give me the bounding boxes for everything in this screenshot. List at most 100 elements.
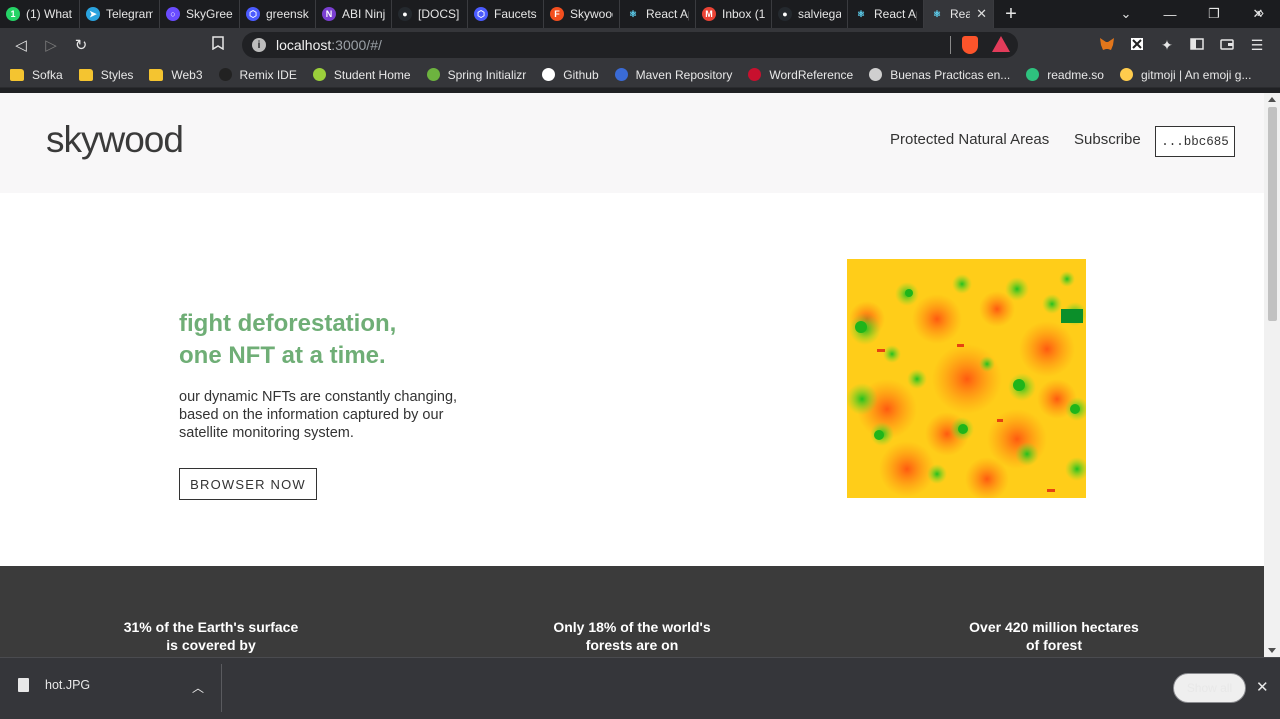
tab-label: salviega/ [798,7,841,21]
file-icon [18,678,29,692]
tab-4[interactable]: N ABI Ninja [316,0,392,28]
tab-1[interactable]: ➤ Telegram [80,0,160,28]
bookmark-item[interactable]: Web3 [149,68,203,82]
scrollbar-thumb[interactable] [1268,107,1277,321]
hero-title-line1: fight deforestation, [179,310,397,337]
nav-protected-areas[interactable]: Protected Natural Areas [890,131,1049,148]
react-icon: ⚛ [932,8,942,19]
back-icon[interactable]: ◁ [6,36,36,54]
scroll-up-arrow[interactable] [1268,97,1276,102]
tab-label: greenski [266,7,309,21]
react-icon: ⚛ [628,8,638,19]
bookmark-item[interactable]: Remix IDE [218,67,297,82]
tab-label: ABI Ninja [342,7,385,21]
tab-6[interactable]: ⬡ Faucets | [468,0,544,28]
maven-icon [614,68,628,81]
download-filename: hot.JPG [45,678,91,692]
shelf-divider [221,664,222,712]
gmail-icon: M [702,7,716,21]
tab-label: SkyGree [186,7,233,21]
diamond-icon [312,68,326,81]
window-controls: ⌄ — ❐ ✕ [1104,0,1280,28]
bookmark-page-icon[interactable] [212,36,224,53]
browser-now-button[interactable]: BROWSER NOW [179,468,317,500]
readme-icon [1026,68,1040,81]
show-all-button[interactable]: Show all [1173,673,1246,703]
address-divider [950,36,951,54]
bookmark-label: Remix IDE [239,67,297,82]
wallet-icon[interactable] [1212,37,1242,53]
tab-9[interactable]: M Inbox (1) [696,0,772,28]
tab-10[interactable]: ● salviega/ [772,0,848,28]
bookmark-item[interactable]: gitmoji | An emoji g... [1119,68,1251,82]
metamask-icon[interactable] [1092,37,1122,54]
tab-search-icon[interactable]: ⌄ [1104,6,1148,22]
site-header: skywood Protected Natural Areas Subscrib… [0,93,1264,193]
stats-section: 31% of the Earth's surface is covered by… [0,566,1264,657]
tab-3[interactable]: ⬡ greenski [240,0,316,28]
folder-icon [149,68,164,81]
close-shelf-icon[interactable]: ✕ [1256,678,1269,696]
bookmark-label: Maven Repository [635,67,733,82]
hero-description: our dynamic NFTs are constantly changing… [179,389,458,441]
reload-icon[interactable]: ↻ [66,36,96,54]
hero-title-line2: one NFT at a time. [179,342,386,369]
restore-icon[interactable]: ❐ [1192,6,1236,22]
bookmark-item[interactable]: Student Home [312,68,411,82]
bookmark-item[interactable]: Sofka [10,68,63,82]
page-scrollbar[interactable] [1264,93,1280,657]
brave-rewards-icon[interactable] [992,36,1010,52]
menu-icon[interactable]: ☰ [1242,37,1272,54]
minimize-icon[interactable]: — [1148,7,1192,22]
forward-icon[interactable]: ▷ [36,36,66,54]
bookmark-item[interactable]: Maven Repository [614,67,733,82]
figma-icon: F [550,7,564,21]
tab-5[interactable]: ● [DOCS] V [392,0,468,28]
close-tab-icon[interactable]: ✕ [976,6,987,22]
extensions-area: ✦ ☰ [1092,28,1272,62]
tab-8[interactable]: ⚛ React Ap [620,0,696,28]
site-info-icon[interactable]: i [252,38,266,52]
bookmark-item[interactable]: Spring Initializr [426,68,526,82]
tab-7[interactable]: F Skywood [544,0,620,28]
tab-2[interactable]: ○ SkyGree [160,0,240,28]
extension-icon[interactable] [1122,37,1152,54]
wallet-address-button[interactable]: ...bbc685 [1155,126,1235,157]
bookmarks-overflow-icon[interactable]: » [1257,5,1264,20]
new-tab-button[interactable]: + [994,3,1028,26]
nav-subscribe[interactable]: Subscribe [1074,131,1141,148]
whatsapp-icon: 1 [6,7,20,21]
bookmark-label: readme.so [1047,67,1104,82]
tab-label: Skywood [570,7,613,21]
url-host: localhost [276,37,332,53]
browser-toolbar: ◁ ▷ ↻ i localhost:3000/#/ ✦ ☰ [0,28,1280,62]
bookmark-item[interactable]: Buenas Practicas en... [869,68,1010,82]
bookmark-item[interactable]: Github [542,68,599,82]
tab-12[interactable]: ⚛ React ✕ [924,0,994,28]
address-bar[interactable]: i localhost:3000/#/ [242,32,1018,58]
github-icon [542,68,556,81]
tab-0[interactable]: 1 (1) What: [0,0,80,28]
download-item[interactable]: hot.JPG [18,678,90,692]
download-options-chevron-icon[interactable]: ︿ [192,679,204,696]
emoji-icon [1119,68,1133,81]
bookmark-item[interactable]: Styles [78,68,133,82]
tab-label: Faucets | [494,7,537,21]
url-path: :3000/#/ [331,37,382,53]
bookmark-item[interactable]: WordReference [748,68,853,82]
puzzle-icon[interactable]: ✦ [1152,37,1182,54]
spring-icon [426,68,440,81]
page-viewport: skywood Protected Natural Areas Subscrib… [0,93,1280,657]
scroll-down-arrow[interactable] [1268,648,1276,653]
bookmark-item[interactable]: readme.so [1026,68,1104,82]
wordreference-icon [748,68,762,81]
brave-shields-icon[interactable] [962,36,978,54]
sidebar-icon[interactable] [1182,37,1212,53]
bookmarks-bar: Sofka Styles Web3 Remix IDE Student Home Spri… [0,62,1280,88]
tab-label: React Ap [646,7,689,21]
tab-label: [DOCS] V [418,7,461,21]
hero-title: fight deforestation, one NFT at a time. [179,308,396,372]
tab-label: Inbox (1) [722,7,765,21]
site-logo[interactable]: skywood [46,119,184,161]
tab-11[interactable]: ⚛ React Ap [848,0,924,28]
